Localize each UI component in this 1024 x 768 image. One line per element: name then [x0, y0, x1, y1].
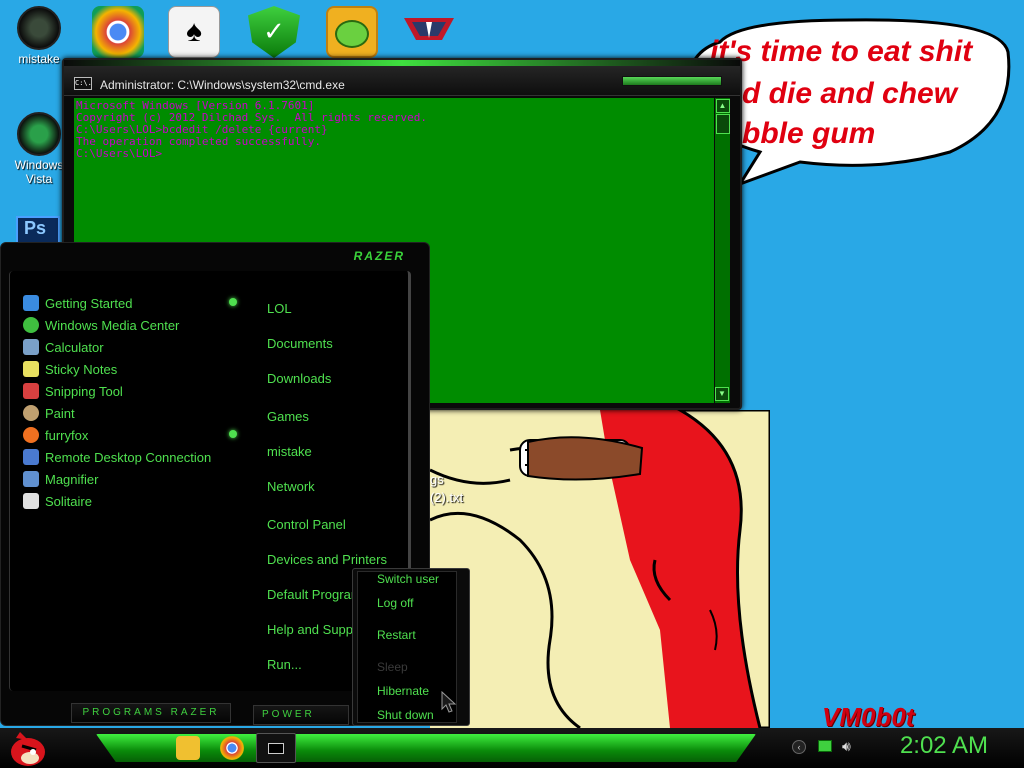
bubble-line-2: d die and chew [742, 77, 958, 110]
program-item-calculator[interactable]: Calculator [23, 337, 104, 357]
switch-user-item[interactable]: Switch user [377, 572, 439, 586]
snipping-tool-icon [23, 383, 39, 399]
file-label: gs [430, 472, 444, 487]
program-item-solitaire[interactable]: Solitaire [23, 491, 92, 511]
place-games[interactable]: Games [267, 409, 309, 424]
program-label: Remote Desktop Connection [45, 449, 212, 465]
getting-started-icon [23, 295, 39, 311]
program-item-sticky-notes[interactable]: Sticky Notes [23, 359, 117, 379]
bubble-line-1: it's time to eat shit [710, 35, 973, 68]
cmd-titlebar[interactable]: C:\. Administrator: C:\Windows\system32\… [64, 60, 740, 96]
solitaire-icon[interactable]: ♠ [168, 6, 220, 58]
media-center-icon [23, 317, 39, 333]
submenu-indicator-icon [229, 298, 237, 306]
program-item-media-center[interactable]: Windows Media Center [23, 315, 179, 335]
restart-item[interactable]: Restart [377, 628, 416, 642]
program-label: Windows Media Center [45, 317, 180, 333]
mouse-cursor-icon [441, 690, 459, 713]
network-icon[interactable] [818, 740, 832, 752]
sleep-item: Sleep [377, 660, 408, 674]
magnifier-icon [23, 471, 39, 487]
console-line: C:\Users\LOL> [76, 147, 163, 160]
cmd-taskbar-button[interactable] [256, 733, 296, 763]
program-item-paint[interactable]: Paint [23, 403, 75, 423]
place-devices-printers[interactable]: Devices and Printers [267, 552, 387, 567]
console-scrollbar[interactable]: ▲ ▼ [714, 98, 730, 403]
show-hidden-icons-chevron-icon[interactable]: ‹ [792, 740, 806, 754]
place-control-panel[interactable]: Control Panel [267, 517, 346, 532]
all-programs-button[interactable]: PROGRAMS RAZER [71, 703, 231, 723]
hibernate-item[interactable]: Hibernate [377, 684, 429, 698]
program-label: furryfox [45, 427, 89, 443]
bubble-line-3: bble gum [742, 117, 876, 150]
submenu-indicator-icon [229, 430, 237, 438]
pig-face-icon [335, 20, 369, 48]
window-title: Administrator: C:\Windows\system32\cmd.e… [100, 78, 345, 92]
titlebar-glow [64, 60, 740, 66]
photoshop-icon[interactable]: Ps [16, 216, 60, 244]
paint-palette-icon [23, 405, 39, 421]
scroll-up-arrow-icon[interactable]: ▲ [715, 99, 730, 113]
bad-piggies-icon[interactable] [326, 6, 378, 58]
place-network[interactable]: Network [267, 479, 315, 494]
razer-orb-icon [17, 6, 61, 50]
program-item-magnifier[interactable]: Magnifier [23, 469, 98, 489]
window-controls[interactable] [622, 76, 722, 86]
power-button[interactable]: POWER [253, 705, 349, 725]
program-label: Sticky Notes [45, 361, 118, 377]
program-item-snipping-tool[interactable]: Snipping Tool [23, 381, 123, 401]
log-off-item[interactable]: Log off [377, 596, 413, 610]
cmd-taskbar-icon [268, 743, 284, 754]
taskbar[interactable]: ‹ 🔊︎ 2:02 AM [0, 728, 1024, 768]
program-item-getting-started[interactable]: Getting Started [23, 293, 132, 313]
taskbar-clock[interactable]: 2:02 AM [900, 732, 988, 760]
file-label: (2).txt [430, 490, 464, 505]
desktop-icon-mistake[interactable]: mistake [4, 6, 74, 66]
calculator-icon [23, 339, 39, 355]
console-line: The operation completed successfully. [76, 135, 322, 148]
program-label: Calculator [45, 339, 104, 355]
app-logo-icon[interactable] [404, 14, 454, 44]
chrome-taskbar-icon[interactable] [220, 736, 244, 760]
chrome-icon[interactable] [92, 6, 144, 58]
place-lol[interactable]: LOL [267, 301, 292, 316]
recycle-icon [17, 112, 61, 156]
razer-logo: RAZER [353, 249, 405, 263]
program-label: Magnifier [45, 471, 99, 487]
volume-icon[interactable]: 🔊︎ [842, 738, 851, 755]
explorer-folder-icon[interactable] [176, 736, 200, 760]
program-label: Getting Started [45, 295, 133, 311]
place-mistake[interactable]: mistake [267, 444, 312, 459]
power-submenu[interactable]: Switch user Log off Restart Sleep Hibern… [352, 568, 470, 726]
start-orb-angry-bird-icon[interactable] [6, 728, 48, 768]
program-label: Paint [45, 405, 75, 421]
scroll-down-arrow-icon[interactable]: ▼ [715, 387, 729, 401]
scroll-thumb[interactable] [715, 114, 730, 134]
firefox-icon [23, 427, 39, 443]
program-label: Solitaire [45, 493, 92, 509]
cmd-icon: C:\. [74, 77, 92, 90]
place-run[interactable]: Run... [267, 657, 302, 672]
program-item-remote-desktop[interactable]: Remote Desktop Connection [23, 447, 211, 467]
sticky-notes-icon [23, 361, 39, 377]
program-item-furryfox[interactable]: furryfox [23, 425, 88, 445]
solitaire-card-icon [23, 493, 39, 509]
program-label: Snipping Tool [45, 383, 123, 399]
shut-down-item[interactable]: Shut down [377, 708, 434, 722]
place-documents[interactable]: Documents [267, 336, 333, 351]
place-downloads[interactable]: Downloads [267, 371, 331, 386]
remote-desktop-icon [23, 449, 39, 465]
cartoon-drawing: gs (2).txt [430, 410, 770, 728]
